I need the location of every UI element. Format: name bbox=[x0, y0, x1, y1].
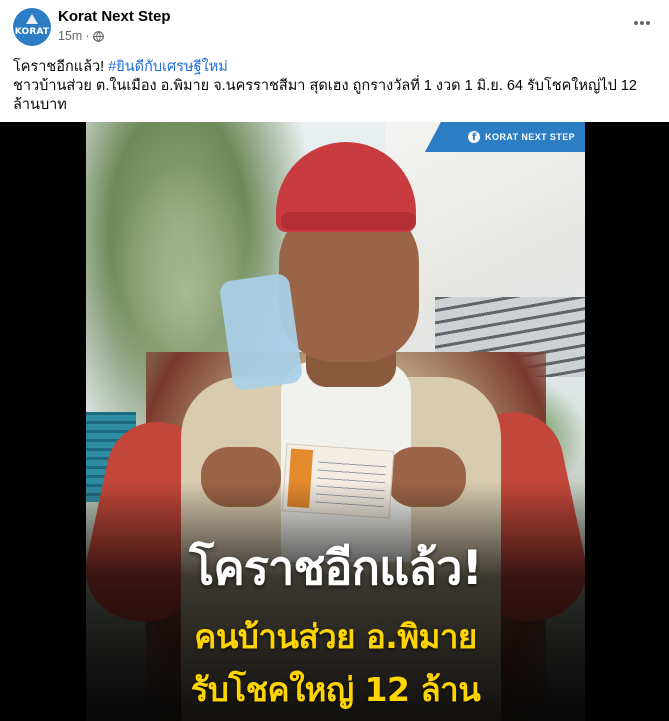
post-meta: 15m · bbox=[58, 29, 104, 43]
globe-icon[interactable] bbox=[92, 30, 104, 42]
person-cap-brim bbox=[281, 212, 416, 230]
image-subheadline-1: คนบ้านส่วย อ.พิมาย bbox=[194, 617, 477, 656]
hashtag-link[interactable]: #ยินดีกับเศรษฐีใหม่ bbox=[108, 59, 228, 75]
brand-banner-text: KORAT NEXT STEP bbox=[485, 132, 575, 142]
post-time[interactable]: 15m bbox=[58, 29, 82, 43]
post-header: KORAT Korat Next Step 15m · bbox=[0, 0, 669, 52]
post-text-line1: โคราชอีกแล้ว! #ยินดีกับเศรษฐีใหม่ bbox=[13, 58, 653, 77]
facebook-icon: f bbox=[468, 131, 481, 143]
post-text: โคราชอีกแล้ว! #ยินดีกับเศรษฐีใหม่ ชาวบ้า… bbox=[13, 58, 653, 115]
more-options-button[interactable] bbox=[631, 12, 653, 34]
post-text-body: ชาวบ้านส่วย ต.ในเมือง อ.พิมาย จ.นครราชสี… bbox=[13, 78, 637, 113]
logo-mark-icon bbox=[26, 14, 38, 24]
image-headline: โคราชอีกแล้ว! bbox=[189, 541, 483, 596]
meta-separator: · bbox=[85, 29, 90, 43]
photo-panel: f KORAT NEXT STEP โคราชอีกแล้ว! คนบ้านส่… bbox=[86, 122, 585, 721]
brand-banner: f KORAT NEXT STEP bbox=[425, 122, 585, 152]
post-image[interactable]: f KORAT NEXT STEP โคราชอีกแล้ว! คนบ้านส่… bbox=[0, 122, 669, 721]
page-avatar[interactable]: KORAT bbox=[13, 8, 51, 46]
page-name-link[interactable]: Korat Next Step bbox=[58, 8, 171, 25]
avatar-label: KORAT bbox=[14, 27, 50, 37]
face-mask bbox=[218, 272, 304, 392]
more-horizontal-icon bbox=[634, 21, 650, 25]
image-subheadline-2: รับโชคใหญ่ 12 ล้าน bbox=[190, 670, 481, 709]
post-text-intro: โคราชอีกแล้ว! bbox=[13, 59, 109, 75]
